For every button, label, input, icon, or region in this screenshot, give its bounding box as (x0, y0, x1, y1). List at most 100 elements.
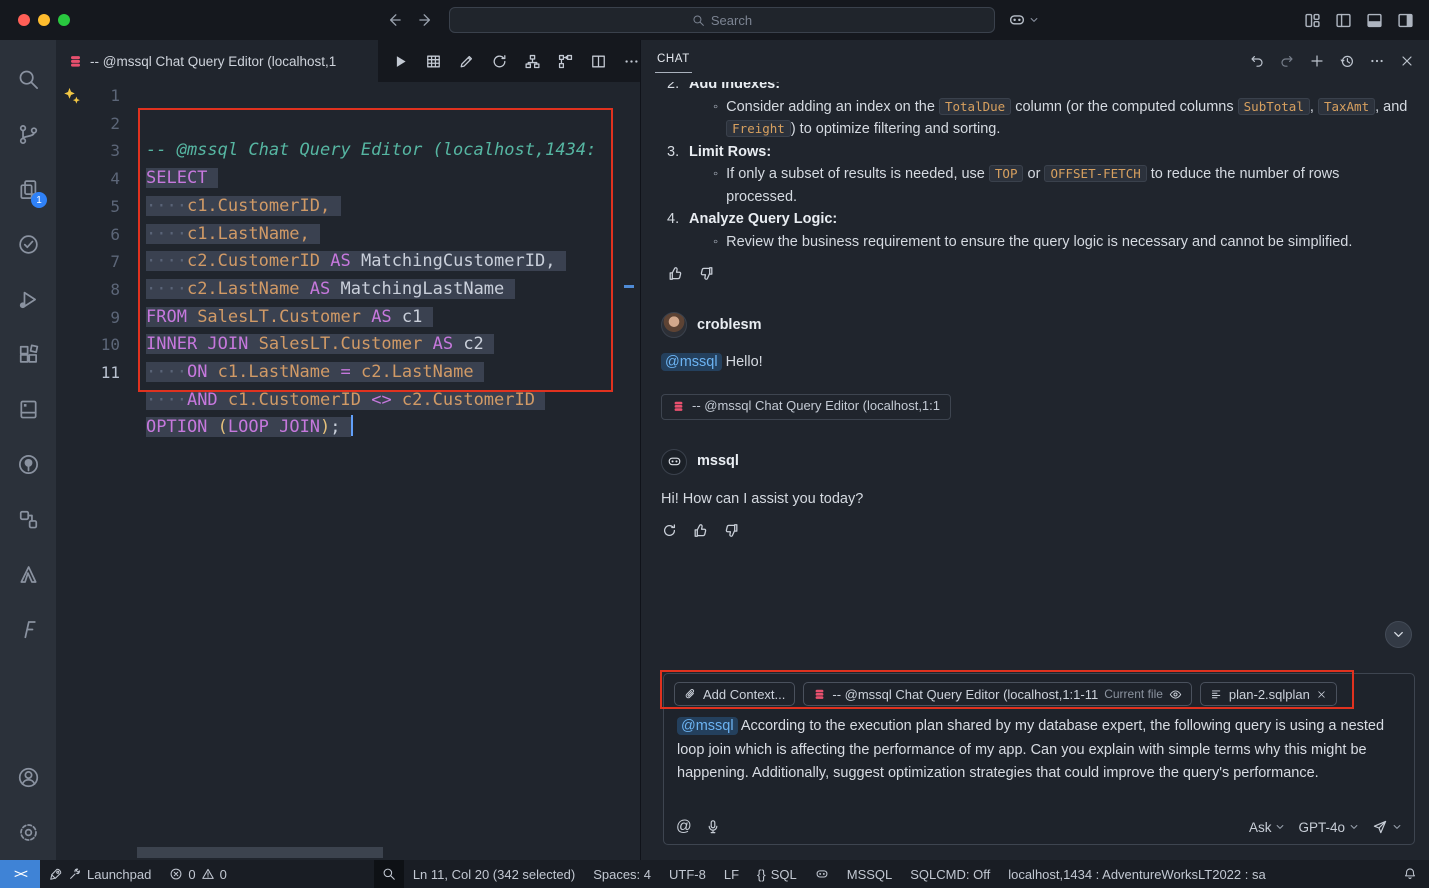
thumbs-down-button[interactable] (723, 522, 740, 539)
code-line[interactable]: OPTION (LOOP JOIN); (146, 414, 640, 442)
toggle-panel-button[interactable] (1365, 11, 1384, 30)
code-area[interactable]: -- @mssql Chat Query Editor (localhost,1… (146, 82, 640, 860)
toggle-secondary-sidebar-button[interactable] (1396, 11, 1415, 30)
command-center-search[interactable]: Search (449, 7, 995, 33)
close-chat-button[interactable] (1399, 53, 1415, 69)
code-editor[interactable]: 1234567891011 -- @mssql Chat Query Edito… (56, 82, 640, 860)
language-item[interactable]: {} SQL (748, 860, 806, 888)
sqlcmd-item[interactable]: SQLCMD: Off (901, 860, 999, 888)
connect-button[interactable] (458, 53, 475, 70)
activity-fabric[interactable] (0, 602, 56, 657)
code-line[interactable]: FROM SalesLT.Customer AS c1 (146, 304, 640, 332)
mention-button[interactable]: @ (676, 818, 692, 836)
thumbs-up-button[interactable] (692, 522, 709, 539)
code-token (320, 251, 330, 271)
activity-extensions[interactable] (0, 327, 56, 382)
tab-chat[interactable]: CHAT (655, 49, 692, 73)
code-line[interactable]: ····ON c1.LastName = c2.LastName (146, 359, 640, 387)
chevron-down-icon (1392, 628, 1405, 641)
activity-connections[interactable] (0, 492, 56, 547)
new-chat-button[interactable] (1309, 53, 1325, 69)
message-attachment-chip[interactable]: -- @mssql Chat Query Editor (localhost,1… (661, 394, 951, 420)
code-line[interactable]: ····AND c1.CustomerID <> c2.CustomerID (146, 387, 640, 415)
send-button[interactable] (1372, 819, 1388, 835)
mode-picker[interactable]: Ask (1249, 820, 1286, 835)
code-line[interactable]: ····c1.CustomerID, (146, 193, 640, 221)
eol-item[interactable]: LF (715, 860, 748, 888)
chat-more-button[interactable] (1369, 53, 1385, 69)
close-window-button[interactable] (18, 14, 30, 26)
editor-tab[interactable]: -- @mssql Chat Query Editor (localhost,1 (56, 40, 378, 82)
encoding-item[interactable]: UTF-8 (660, 860, 715, 888)
code-line[interactable]: INNER JOIN SalesLT.Customer AS c2 (146, 331, 640, 359)
code-line[interactable]: SELECT (146, 165, 640, 193)
assistant-response-list: 2.Add Indexes:◦Consider adding an index … (661, 82, 1409, 253)
context-chip[interactable]: -- @mssql Chat Query Editor (localhost,1… (803, 682, 1192, 706)
chat-input[interactable]: Add Context... -- @mssql Chat Query Edito… (663, 673, 1415, 845)
regenerate-button[interactable] (661, 522, 678, 539)
chat-history-button[interactable] (1339, 53, 1355, 69)
connection-item[interactable]: localhost,1434 : AdventureWorksLT2022 : … (999, 860, 1275, 888)
activity-database-projects[interactable] (0, 382, 56, 437)
remote-indicator[interactable]: >< (0, 860, 40, 888)
remove-chip-icon[interactable] (1316, 689, 1327, 700)
mssql-item[interactable]: MSSQL (838, 860, 902, 888)
chevron-down-icon[interactable] (1392, 822, 1402, 832)
go-back-button[interactable] (385, 11, 403, 29)
code-line[interactable]: ····c2.LastName AS MatchingLastName (146, 276, 640, 304)
more-actions-button[interactable] (623, 53, 640, 70)
context-chip[interactable]: plan-2.sqlplan (1200, 682, 1337, 706)
context-chip[interactable]: Add Context... (674, 682, 795, 706)
change-connection-button[interactable] (491, 53, 508, 70)
activity-azure[interactable] (0, 547, 56, 602)
indentation-item[interactable]: Spaces: 4 (584, 860, 660, 888)
thumbs-up-button[interactable] (667, 265, 684, 282)
zoom-window-button[interactable] (58, 14, 70, 26)
inline-code-chip: TOP (989, 165, 1024, 182)
toggle-primary-sidebar-button[interactable] (1334, 11, 1353, 30)
launchpad-item[interactable]: Launchpad (40, 860, 160, 888)
line-number: 6 (56, 221, 120, 249)
selection: ····c1.CustomerID, (146, 196, 341, 216)
activity-testing[interactable] (0, 217, 56, 272)
redo-icon[interactable] (1279, 53, 1295, 69)
results-grid-button[interactable] (425, 53, 442, 70)
thumbs-down-button[interactable] (698, 265, 715, 282)
user-name: croblesm (697, 314, 761, 337)
eye-icon[interactable] (1169, 688, 1182, 701)
estimated-plan-button[interactable] (524, 53, 541, 70)
copilot-sparkle-icon[interactable] (62, 86, 82, 106)
split-editor-button[interactable] (590, 53, 607, 70)
run-query-button[interactable] (392, 53, 409, 70)
go-forward-button[interactable] (417, 11, 435, 29)
zoom-indicator[interactable] (374, 860, 404, 888)
activity-github[interactable] (0, 437, 56, 492)
run-debug-icon (17, 288, 40, 311)
horizontal-scrollbar[interactable] (137, 847, 383, 858)
activity-source-control[interactable] (0, 107, 56, 162)
settings-button[interactable] (0, 805, 56, 860)
activity-chat-editors[interactable]: 1 (0, 162, 56, 217)
chat-input-text[interactable]: @mssql According to the execution plan s… (674, 715, 1404, 786)
accounts-button[interactable] (0, 750, 56, 805)
problems-item[interactable]: 0 0 (160, 860, 235, 888)
code-line[interactable]: -- @mssql Chat Query Editor (localhost,1… (146, 137, 640, 165)
customize-layout-button[interactable] (1303, 11, 1322, 30)
undo-icon[interactable] (1249, 53, 1265, 69)
launchpad-label: Launchpad (87, 867, 151, 882)
minimize-window-button[interactable] (38, 14, 50, 26)
activity-search[interactable] (0, 52, 56, 107)
query-plan-button[interactable] (557, 53, 574, 70)
notifications-bell[interactable] (1394, 860, 1429, 888)
model-picker[interactable]: GPT-4o (1298, 820, 1359, 835)
copilot-menu-button[interactable] (1008, 11, 1039, 29)
list-item-title: 4.Analyze Query Logic: (661, 208, 1409, 231)
code-line[interactable]: ····c1.LastName, (146, 221, 640, 249)
copilot-status-item[interactable] (806, 860, 838, 888)
code-line[interactable]: ····c2.CustomerID AS MatchingCustomerID, (146, 248, 640, 276)
cursor-position-item[interactable]: Ln 11, Col 20 (342 selected) (404, 860, 584, 888)
activity-run-debug[interactable] (0, 272, 56, 327)
microphone-button[interactable] (705, 819, 721, 835)
scroll-to-bottom-button[interactable] (1385, 621, 1412, 648)
mention-chip[interactable]: @mssql (661, 353, 722, 371)
